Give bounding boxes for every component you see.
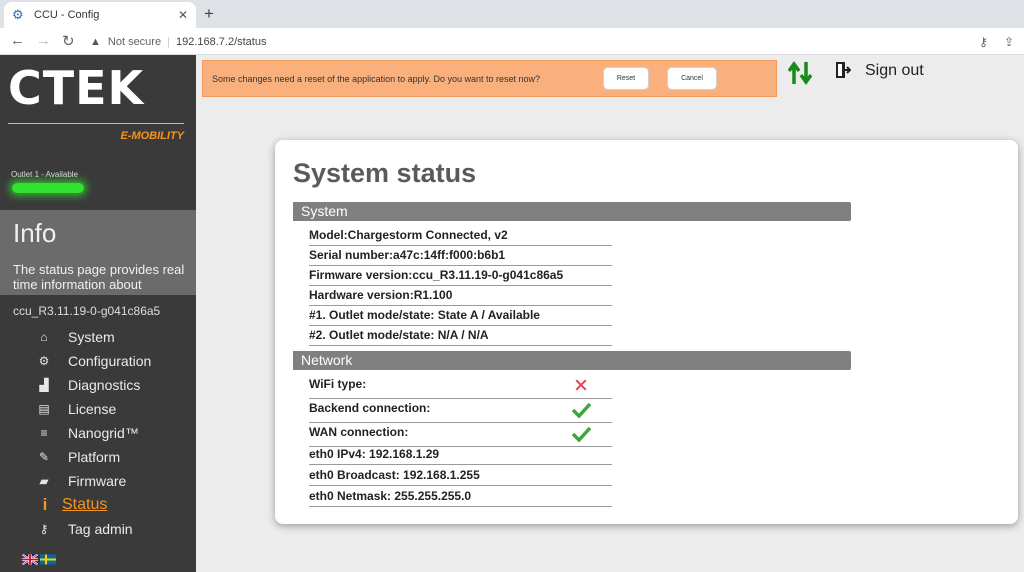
ctek-logo: CTEK E-MOBILITY <box>8 63 188 142</box>
status-card: System status System Model:Chargestorm C… <box>275 140 1018 524</box>
sidebar-item-nanogrid[interactable]: ≡ Nanogrid™ <box>0 421 196 445</box>
sidebar-item-system[interactable]: ⌂ System <box>0 325 196 349</box>
gear-icon: ⚙ <box>12 7 24 22</box>
sidebar-item-configuration[interactable]: ⚙ Configuration <box>0 349 196 373</box>
network-row-label: eth0 IPv4: 192.168.1.29 <box>309 447 440 461</box>
info-icon: i <box>42 495 48 514</box>
reload-icon[interactable]: ↻ <box>62 32 75 50</box>
info-panel: Info The status page provides real time … <box>0 210 196 295</box>
browser-tabbar: ⚙ CCU - Config ✕ + <box>0 0 1024 28</box>
address-bar: ← → ↻ ▲ Not secure | 192.168.7.2/status … <box>0 28 1024 55</box>
system-info-row: Hardware version:R1.100 <box>309 286 612 306</box>
info-title: Info <box>13 218 57 248</box>
share-icon[interactable]: ⇪ <box>1004 35 1014 49</box>
sidebar-item-label: Tag admin <box>68 521 133 537</box>
network-row-label: WiFi type: <box>309 377 367 391</box>
network-row-label: eth0 Netmask: 255.255.255.0 <box>309 489 472 503</box>
uk-flag-icon[interactable] <box>22 554 38 565</box>
network-info-row: Backend connection: <box>309 399 612 423</box>
sidebar-item-status[interactable]: i Status <box>0 493 196 517</box>
outlet-status-bar <box>12 183 84 193</box>
sidebar-item-license[interactable]: ▤ License <box>0 397 196 421</box>
notice-message: Some changes need a reset of the applica… <box>212 73 541 84</box>
folder-icon: ▰ <box>39 474 49 488</box>
sidebar-item-label: Configuration <box>68 353 152 369</box>
license-icon: ▤ <box>38 402 50 416</box>
gear-icon: ⚙ <box>38 354 50 368</box>
system-info-row: Firmware version:ccu_R3.11.19-0-g041c86a… <box>309 266 612 286</box>
logo-text: CTEK <box>8 61 145 115</box>
sidebar-item-tag-admin[interactable]: ⚷ Tag admin <box>0 517 196 541</box>
language-selector <box>22 554 56 565</box>
url-separator: | <box>167 35 170 48</box>
warning-icon[interactable]: ▲ <box>90 36 101 48</box>
outlet-status: Outlet 1 - Available <box>11 170 79 179</box>
sidebar-item-label: License <box>68 401 117 417</box>
network-info-row: eth0 IPv4: 192.168.1.29 <box>309 445 612 465</box>
sweden-flag-icon[interactable] <box>40 554 56 565</box>
sidebar: CTEK E-MOBILITY Outlet 1 - Available Inf… <box>0 55 196 572</box>
reset-button[interactable]: Reset <box>603 67 649 90</box>
system-info-row: #1. Outlet mode/state: State A / Availab… <box>309 306 612 326</box>
network-info-row: WAN connection: <box>309 423 612 447</box>
key-icon[interactable]: ⚷ <box>979 35 988 49</box>
system-info-row: Serial number:a47c:14ff:f000:b6b1 <box>309 246 612 266</box>
network-info-row: WiFi type: <box>309 375 612 399</box>
sign-out-link[interactable]: Sign out <box>865 62 924 80</box>
network-section-header: Network <box>293 351 851 370</box>
system-section-header: System <box>293 202 851 221</box>
sidebar-item-label: Platform <box>68 449 121 465</box>
network-row-label: Backend connection: <box>309 401 431 415</box>
sort-arrows-icon[interactable] <box>788 60 812 86</box>
url-text: 192.168.7.2/status <box>175 35 267 48</box>
check-icon <box>571 426 591 443</box>
sidebar-item-label: Nanogrid™ <box>68 425 139 441</box>
network-row-label: WAN connection: <box>309 425 409 439</box>
sidebar-item-label: Firmware <box>68 473 127 489</box>
network-info-row: eth0 Broadcast: 192.168.1.255 <box>309 466 612 486</box>
network-row-label: eth0 Broadcast: 192.168.1.255 <box>309 468 480 482</box>
url-field[interactable]: ▲ Not secure | 192.168.7.2/status ⚷ ⇪ <box>84 31 1014 52</box>
logo-subtext: E-MOBILITY <box>120 130 184 142</box>
sidebar-item-diagnostics[interactable]: ▟ Diagnostics <box>0 373 196 397</box>
check-icon <box>571 402 591 419</box>
system-info-row: #2. Outlet mode/state: N/A / N/A <box>309 326 612 346</box>
sidebar-menu: ⌂ System ⚙ Configuration ▟ Diagnostics ▤ Licens… <box>0 325 196 541</box>
back-arrow-icon[interactable]: ← <box>10 32 25 49</box>
key-icon: ⚷ <box>39 522 49 536</box>
cross-icon <box>575 379 587 391</box>
system-info-row: Model:Chargestorm Connected, v2 <box>309 226 612 246</box>
cancel-button[interactable]: Cancel <box>667 67 717 90</box>
sidebar-item-platform[interactable]: ✎ Platform <box>0 445 196 469</box>
logo-divider <box>8 123 184 124</box>
sidebar-item-firmware[interactable]: ▰ Firmware <box>0 469 196 493</box>
close-icon[interactable]: ✕ <box>178 8 188 22</box>
security-label: Not secure <box>107 35 162 48</box>
page-title: System status <box>293 158 477 188</box>
sliders-icon: ≡ <box>40 426 48 440</box>
sidebar-item-label: System <box>68 329 115 345</box>
sidebar-item-label: Status <box>62 496 108 513</box>
home-icon: ⌂ <box>40 330 48 344</box>
forward-arrow-icon[interactable]: → <box>36 32 51 49</box>
tab-title: CCU - Config <box>34 9 100 21</box>
reset-notice: Some changes need a reset of the applica… <box>202 60 777 97</box>
new-tab-button[interactable]: + <box>204 4 214 24</box>
sidebar-item-label: Diagnostics <box>68 377 141 393</box>
firmware-version-label: ccu_R3.11.19-0-g041c86a5 <box>13 304 161 318</box>
sign-out-icon[interactable] <box>835 60 851 80</box>
wrench-icon: ✎ <box>38 450 50 464</box>
bar-chart-icon: ▟ <box>39 378 49 392</box>
info-description: The status page provides real time infor… <box>13 262 185 292</box>
network-info-row: eth0 Netmask: 255.255.255.0 <box>309 487 612 507</box>
browser-tab[interactable]: ⚙ CCU - Config ✕ <box>4 2 196 28</box>
